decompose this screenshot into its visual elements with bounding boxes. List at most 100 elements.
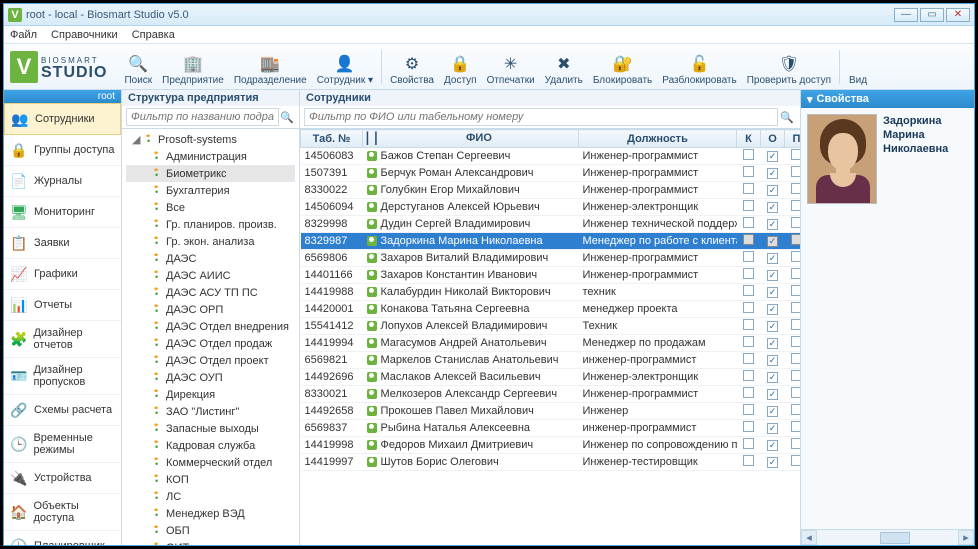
checkbox[interactable]: ✓	[767, 440, 778, 451]
search-icon[interactable]: 🔍	[778, 111, 796, 124]
scroll-thumb[interactable]	[880, 532, 910, 544]
checkbox[interactable]	[743, 285, 754, 296]
checkbox[interactable]	[743, 183, 754, 194]
checkbox[interactable]	[791, 421, 800, 432]
checkbox[interactable]	[743, 421, 754, 432]
checkbox[interactable]	[743, 370, 754, 381]
collapse-icon[interactable]: ◢	[132, 133, 142, 146]
table-row[interactable]: 8329987Задоркина Марина НиколаевнаМенедж…	[301, 233, 801, 250]
checkbox[interactable]	[743, 455, 754, 466]
scroll-right-icon[interactable]: ▸	[958, 530, 974, 545]
checkbox[interactable]: ✓	[767, 151, 778, 162]
checkbox[interactable]	[791, 166, 800, 177]
table-row[interactable]: 6569837Рыбина Наталья Алексеевнаинженер-…	[301, 420, 801, 437]
tree-node[interactable]: Кадровая служба	[126, 437, 295, 454]
nav-reports[interactable]: 📊Отчеты	[4, 290, 121, 321]
checkbox[interactable]	[743, 251, 754, 262]
tool-fingerprints[interactable]: ✳Отпечатки	[482, 46, 540, 88]
checkbox[interactable]	[743, 149, 754, 160]
tree-node[interactable]: Гр. экон. анализа	[126, 233, 295, 250]
checkbox[interactable]: ✓	[767, 457, 778, 468]
tree-node[interactable]: Администрация	[126, 148, 295, 165]
nav-monitoring[interactable]: 🖥Мониторинг	[4, 197, 121, 228]
tree[interactable]: ◢Prosoft-systemsАдминистрацияБиометриксБ…	[122, 129, 299, 545]
checkbox[interactable]: ✓	[767, 219, 778, 230]
checkbox[interactable]: ✓	[767, 185, 778, 196]
checkbox[interactable]	[791, 404, 800, 415]
table-row[interactable]: 14419994Магасумов Андрей АнатольевичМене…	[301, 335, 801, 352]
nav-pass-designer[interactable]: 🪪Дизайнер пропусков	[4, 358, 121, 395]
tree-node[interactable]: Биометрикс	[126, 165, 295, 182]
checkbox[interactable]: ✓	[767, 406, 778, 417]
nav-access-groups[interactable]: 🔒Группы доступа	[4, 135, 121, 166]
table-row[interactable]: 15541412Лопухов Алексей ВладимировичТехн…	[301, 318, 801, 335]
checkbox[interactable]	[791, 183, 800, 194]
checkbox[interactable]	[743, 302, 754, 313]
table-row[interactable]: 14492658Прокошев Павел МихайловичИнженер…	[301, 403, 801, 420]
checkbox[interactable]	[743, 234, 754, 245]
checkbox[interactable]	[743, 319, 754, 330]
col-fio[interactable]: ▏▏ФИО	[363, 130, 579, 148]
maximize-button[interactable]: ▭	[920, 8, 944, 22]
tree-node[interactable]: ДАЭС ОРП	[126, 301, 295, 318]
checkbox[interactable]: ✓	[767, 389, 778, 400]
properties-hscroll[interactable]: ◂ ▸	[801, 529, 974, 545]
checkbox[interactable]: ✓	[767, 372, 778, 383]
checkbox[interactable]	[743, 336, 754, 347]
table-row[interactable]: 6569821Маркелов Станислав Анатольевичинж…	[301, 352, 801, 369]
tree-node[interactable]: ЗАО "Листинг"	[126, 403, 295, 420]
nav-access-objects[interactable]: 🏠Объекты доступа	[4, 494, 121, 531]
checkbox[interactable]: ✓	[767, 287, 778, 298]
checkbox[interactable]	[791, 336, 800, 347]
menu-help[interactable]: Справка	[132, 29, 175, 41]
checkbox[interactable]	[791, 387, 800, 398]
tree-node[interactable]: Менеджер ВЭД	[126, 505, 295, 522]
checkbox[interactable]	[791, 268, 800, 279]
checkbox[interactable]: ✓	[767, 236, 778, 247]
nav-requests[interactable]: 📋Заявки	[4, 228, 121, 259]
checkbox[interactable]: ✓	[767, 304, 778, 315]
table-row[interactable]: 14506083Бажов Степан СергеевичИнженер-пр…	[301, 148, 801, 165]
tree-node[interactable]: ДАЭС Отдел проект	[126, 352, 295, 369]
nav-report-designer[interactable]: 🧩Дизайнер отчетов	[4, 321, 121, 358]
col-o[interactable]: О	[761, 130, 785, 148]
checkbox[interactable]	[791, 251, 800, 262]
tree-node[interactable]: ДАЭС АИИС	[126, 267, 295, 284]
checkbox[interactable]	[791, 234, 800, 245]
table-row[interactable]: 14420001Конакова Татьяна Сергеевнаменедж…	[301, 301, 801, 318]
table-row[interactable]: 14492696Маслаков Алексей ВасильевичИнжен…	[301, 369, 801, 386]
checkbox[interactable]	[743, 217, 754, 228]
table-row[interactable]: 8329998Дудин Сергей ВладимировичИнженер …	[301, 216, 801, 233]
nav-employees[interactable]: 👥Сотрудники	[4, 103, 121, 135]
checkbox[interactable]	[743, 438, 754, 449]
tree-node[interactable]: ДАЭС	[126, 250, 295, 267]
minimize-button[interactable]: —	[894, 8, 918, 22]
tool-access[interactable]: 🔒Доступ	[439, 46, 482, 88]
checkbox[interactable]	[791, 319, 800, 330]
tree-node[interactable]: Все	[126, 199, 295, 216]
nav-scheduler[interactable]: 🕘Планировщик	[4, 531, 121, 545]
checkbox[interactable]	[791, 149, 800, 160]
nav-journals[interactable]: 📄Журналы	[4, 166, 121, 197]
checkbox[interactable]	[791, 353, 800, 364]
tree-node[interactable]: ДАЭС АСУ ТП ПС	[126, 284, 295, 301]
close-button[interactable]: ✕	[946, 8, 970, 22]
tree-node[interactable]: КОП	[126, 471, 295, 488]
checkbox[interactable]	[791, 217, 800, 228]
tree-node[interactable]: ДАЭС Отдел продаж	[126, 335, 295, 352]
col-position[interactable]: Должность	[579, 130, 737, 148]
tree-node[interactable]: Дирекция	[126, 386, 295, 403]
table-row[interactable]: 1507391Берчук Роман АлександровичИнженер…	[301, 165, 801, 182]
table-row[interactable]: 14506094Дерстуганов Алексей ЮрьевичИнжен…	[301, 199, 801, 216]
tree-node[interactable]: ОБП	[126, 522, 295, 539]
table-row[interactable]: 8330022Голубкин Егор МихайловичИнженер-п…	[301, 182, 801, 199]
table-row[interactable]: 6569806Захаров Виталий ВладимировичИнжен…	[301, 250, 801, 267]
employees-filter-input[interactable]	[304, 108, 778, 126]
checkbox[interactable]: ✓	[767, 321, 778, 332]
tool-properties[interactable]: ⚙Свойства	[385, 46, 439, 88]
tool-search[interactable]: 🔍Поиск	[119, 46, 157, 88]
nav-time-modes[interactable]: 🕒Временные режимы	[4, 426, 121, 463]
checkbox[interactable]: ✓	[767, 338, 778, 349]
checkbox[interactable]: ✓	[767, 168, 778, 179]
checkbox[interactable]	[791, 285, 800, 296]
